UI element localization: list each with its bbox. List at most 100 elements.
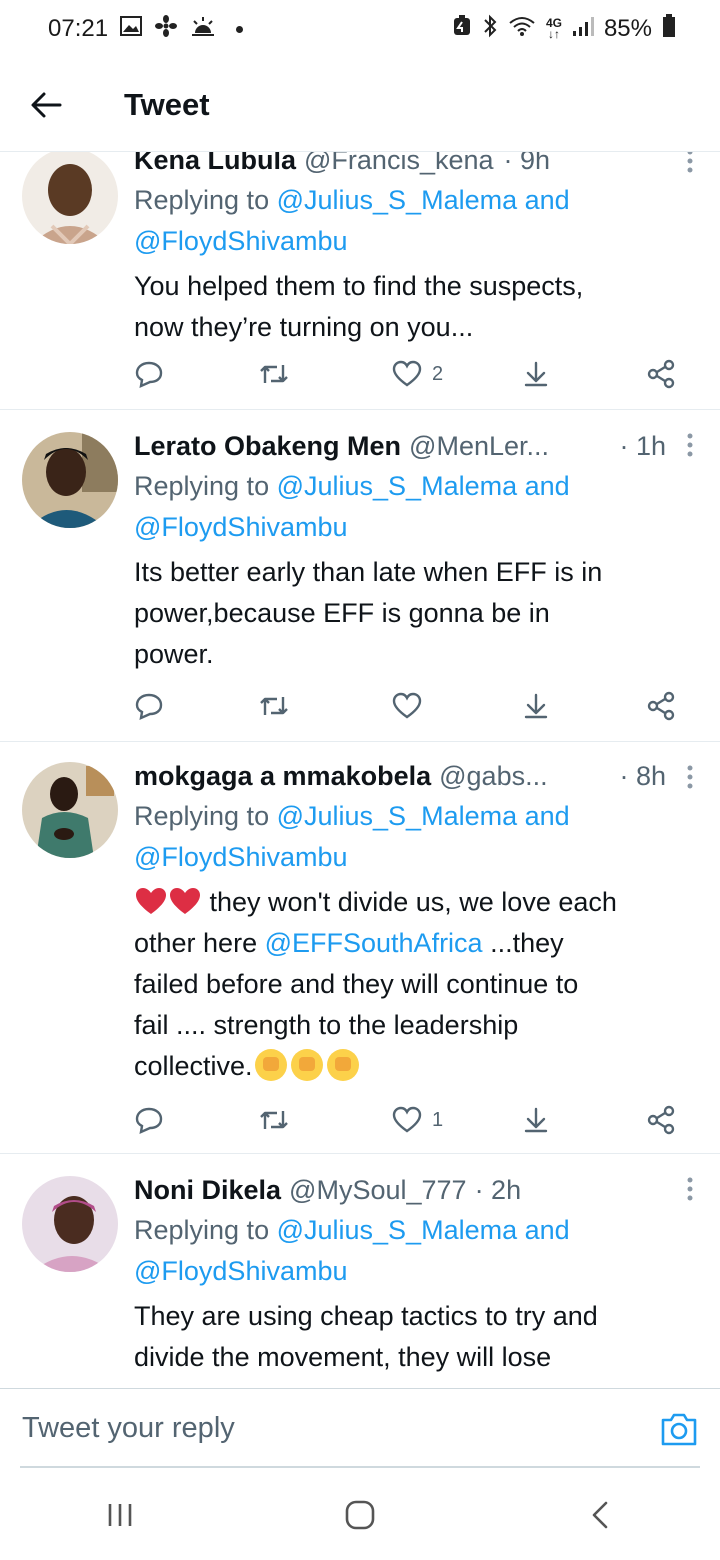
author-name[interactable]: mokgaga a mmakobela [134,756,431,796]
tweet-text-line: divide the movement, they will lose [134,1342,552,1372]
gallery-icon [120,15,143,43]
mention-link[interactable]: @FloydShivambu [134,512,348,542]
avatar[interactable] [22,762,118,858]
tweet-item[interactable]: Lerato Obakeng Men @MenLer... · 1h Reply… [0,410,720,742]
tweet-header: mokgaga a mmakobela @gabs... · 8h [134,756,700,796]
mention-link[interactable]: @Julius_S_Malema [277,1215,518,1245]
tweet-reply-input[interactable] [22,1412,582,1445]
avatar[interactable] [22,1176,118,1272]
share-icon [647,1105,675,1135]
share-icon [647,691,675,721]
tweet-header: Kena Lubula @Francis_kena · 9h [134,152,700,180]
author-handle[interactable]: @MySoul_777 [289,1170,467,1210]
tweet-text-line: You helped them to find the suspects, [134,271,584,301]
more-options-icon[interactable] [686,152,694,179]
tweet-text-line: Its better early than late when EFF is i… [134,557,603,587]
mention-link[interactable]: @FloydShivambu [134,226,348,256]
share-button[interactable] [646,691,676,721]
replying-to-label: Replying to [134,1215,277,1245]
retweet-button[interactable] [258,693,290,719]
reply-composer [0,1388,720,1468]
battery-saver-icon [452,14,472,44]
retweet-button[interactable] [258,361,290,387]
tweet-item[interactable]: mokgaga a mmakobela @gabs... · 8h Replyi… [0,742,720,1154]
more-options-icon[interactable] [686,432,694,463]
bookmark-button[interactable] [522,1106,550,1134]
camera-icon [661,1413,697,1446]
share-button[interactable] [646,1105,676,1135]
bookmark-button[interactable] [522,692,550,720]
author-handle[interactable]: @MenLer... [409,426,549,466]
replying-to-label: Replying to [134,471,277,501]
tweet-actions: 1 [134,1098,694,1142]
tweet-text-span: ...they [482,928,564,958]
tweet-text-line: now they’re turning on you... [134,312,474,342]
replies-feed[interactable]: Kena Lubula @Francis_kena · 9h Replying … [0,152,720,1388]
avatar[interactable] [22,432,118,528]
mention-link[interactable]: @EFFSouthAfrica [265,928,483,958]
tweet-text-line: power. [134,639,214,669]
tweet-item[interactable]: Noni Dikela @MySoul_777 · 2h Replying to… [0,1154,720,1388]
author-name[interactable]: Lerato Obakeng Men [134,426,401,466]
author-handle[interactable]: @Francis_kena [304,152,494,180]
more-options-icon[interactable] [686,764,694,795]
author-handle[interactable]: @gabs... [439,756,547,796]
tweet-time: · 2h [474,1175,522,1205]
mention-link[interactable]: @Julius_S_Malema [277,471,518,501]
recent-apps-button[interactable] [80,1485,160,1545]
heart-icon [392,360,422,387]
tweet-text-span: other here [134,928,265,958]
mention-link[interactable]: @FloydShivambu [134,842,348,872]
tweet-actions: 2 [134,352,694,396]
and-label: and [517,185,570,215]
like-button[interactable] [392,692,422,720]
replying-to-label: Replying to [134,801,277,831]
fan-icon [154,14,178,45]
tweet-text-span: they won't divide us, we love each [202,887,617,917]
back-button[interactable] [30,80,92,130]
raised-fist-emoji [253,1049,289,1081]
system-nav-bar [0,1470,720,1560]
reply-button[interactable] [134,360,164,388]
tweet-text-line: fail .... strength to the leadership [134,1010,519,1040]
home-button[interactable] [320,1485,400,1545]
replying-to: Replying to @Julius_S_Malema and @FloydS… [134,180,700,262]
status-time: 07:21 [48,15,109,42]
notification-dot [236,25,244,33]
wifi-icon [508,15,536,44]
heart-icon [392,692,422,719]
replying-to: Replying to @Julius_S_Malema and @FloydS… [134,1210,700,1292]
back-icon [592,1501,608,1529]
author-name[interactable]: Noni Dikela [134,1170,281,1210]
tweet-text: Its better early than late when EFF is i… [134,552,700,675]
heart-icon [392,1106,422,1133]
reply-button[interactable] [134,692,164,720]
tweet-header: Lerato Obakeng Men @MenLer... · 1h [134,426,700,466]
battery-icon [662,13,676,45]
mention-link[interactable]: @Julius_S_Malema [277,801,518,831]
tweet-text: they won't divide us, we love each other… [134,882,700,1087]
share-icon [647,359,675,389]
mention-link[interactable]: @Julius_S_Malema [277,185,518,215]
battery-percent: 85% [603,15,652,42]
and-label: and [517,471,570,501]
share-button[interactable] [646,359,676,389]
bookmark-button[interactable] [522,360,550,388]
reply-button[interactable] [134,1106,164,1134]
avatar[interactable] [22,152,118,244]
like-button[interactable]: 2 [392,360,443,388]
like-count: 1 [432,1108,444,1131]
like-button[interactable]: 1 [392,1106,443,1134]
and-label: and [517,801,570,831]
camera-button[interactable] [660,1411,698,1452]
retweet-button[interactable] [258,1107,290,1133]
system-back-button[interactable] [560,1485,640,1545]
tweet-item[interactable]: Kena Lubula @Francis_kena · 9h Replying … [0,152,720,410]
tweet-text-line: failed before and they will continue to [134,969,579,999]
more-options-icon[interactable] [686,1176,694,1207]
author-name[interactable]: Kena Lubula [134,152,296,180]
reply-divider [20,1466,700,1468]
mention-link[interactable]: @FloydShivambu [134,1256,348,1286]
tweet-text-line: collective. [134,1046,700,1087]
signal-icon [572,15,594,44]
